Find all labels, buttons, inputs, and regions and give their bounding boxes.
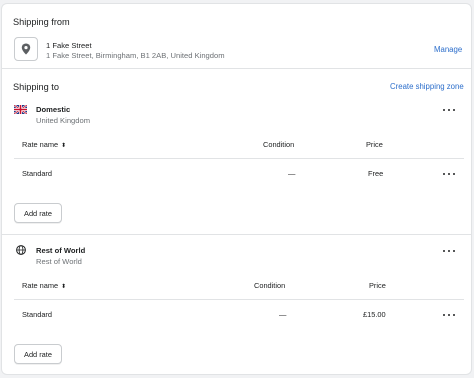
zone-more-actions-button[interactable] [443,247,455,255]
column-header-condition: Condition [263,140,295,149]
rate-name: Standard [22,310,52,319]
zone-more-actions-button[interactable] [443,106,455,114]
column-header-rate-name[interactable]: Rate name ⬍ [22,281,66,290]
zone-divider [2,234,471,235]
shipping-to-title: Shipping to [13,82,59,92]
rate-more-actions-button[interactable] [443,170,455,178]
sort-icon: ⬍ [61,284,67,290]
zone-name: Rest of World [36,246,86,255]
uk-flag-icon [14,104,27,114]
shipping-from-title: Shipping from [13,17,70,27]
rate-condition: — [279,310,287,319]
add-rate-button[interactable]: Add rate [14,203,62,223]
rate-more-actions-button[interactable] [443,311,455,319]
rate-price: £15.00 [363,310,386,319]
create-shipping-zone-link[interactable]: Create shipping zone [390,82,464,91]
globe-icon [14,245,27,255]
column-header-label: Rate name [22,281,59,290]
column-header-rate-name[interactable]: Rate name ⬍ [22,140,66,149]
column-header-price: Price [369,281,386,290]
sort-icon: ⬍ [61,143,67,149]
column-header-price: Price [366,140,383,149]
zone-region: Rest of World [36,257,82,266]
column-header-label: Rate name [22,140,59,149]
add-rate-button[interactable]: Add rate [14,344,62,364]
location-name: 1 Fake Street [46,41,92,50]
divider [14,158,464,159]
divider [14,299,464,300]
rate-name: Standard [22,169,52,178]
rate-price: Free [368,169,384,178]
location-address: 1 Fake Street, Birmingham, B1 2AB, Unite… [46,51,225,60]
zone-name: Domestic [36,105,71,114]
manage-link[interactable]: Manage [434,45,462,54]
shipping-from-card: Shipping from 1 Fake Street 1 Fake Stree… [1,3,472,69]
column-header-condition: Condition [254,281,286,290]
rate-condition: — [288,169,296,178]
shipping-to-card: Shipping to Create shipping zone Domesti… [1,69,472,375]
zone-region: United Kingdom [36,116,91,125]
location-pin-icon [14,37,38,61]
